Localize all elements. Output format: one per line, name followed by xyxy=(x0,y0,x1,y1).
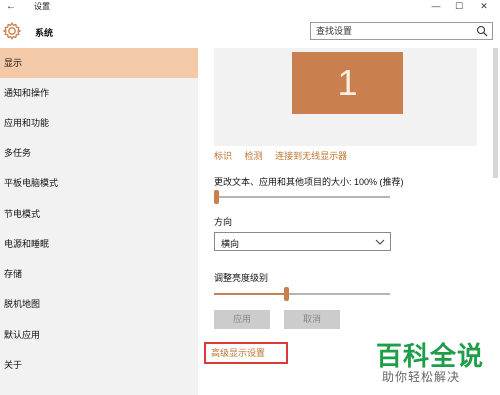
search-input[interactable] xyxy=(311,23,471,39)
window-title: 设置 xyxy=(34,2,50,11)
gear-icon xyxy=(2,21,22,41)
watermark-subtitle: 助你轻松解决 xyxy=(382,370,461,384)
scale-slider-thumb[interactable] xyxy=(214,190,219,204)
identify-link[interactable]: 标识 xyxy=(214,149,232,162)
apply-button[interactable]: 应用 xyxy=(214,310,270,329)
search-box[interactable] xyxy=(310,22,493,40)
scale-slider-track[interactable] xyxy=(214,196,390,198)
minimize-icon[interactable]: — xyxy=(424,0,448,14)
sidebar-item-storage[interactable]: 存储 xyxy=(0,259,198,289)
monitor-tile[interactable]: 1 xyxy=(292,52,403,114)
advanced-display-settings-link[interactable]: 高级显示设置 xyxy=(204,342,288,364)
sidebar-item-tablet-mode[interactable]: 平板电脑模式 xyxy=(0,168,198,198)
brightness-slider-track[interactable] xyxy=(214,293,390,295)
sidebar: 显示 通知和操作 应用和功能 多任务 平板电脑模式 节电模式 电源和睡眠 存储 … xyxy=(0,48,198,395)
title-bar: ← 设置 — ☐ ✕ xyxy=(0,0,500,14)
header: 系统 xyxy=(0,14,500,50)
maximize-icon[interactable]: ☐ xyxy=(447,0,471,14)
detect-link[interactable]: 检测 xyxy=(245,149,263,162)
scale-label: 更改文本、应用和其他项目的大小: 100% (推荐) xyxy=(214,177,404,187)
sidebar-item-power-sleep[interactable]: 电源和睡眠 xyxy=(0,229,198,259)
back-arrow-icon[interactable]: ← xyxy=(6,0,20,14)
monitor-preview: 1 xyxy=(214,48,477,146)
monitor-number: 1 xyxy=(337,62,358,103)
orientation-label: 方向 xyxy=(214,217,233,227)
sidebar-item-apps[interactable]: 应用和功能 xyxy=(0,108,198,138)
display-links: 标识 检测 连接到无线显示器 xyxy=(214,149,357,162)
sidebar-item-default-apps[interactable]: 默认应用 xyxy=(0,320,198,350)
sidebar-item-offline-maps[interactable]: 脱机地图 xyxy=(0,289,198,319)
brightness-slider-thumb[interactable] xyxy=(284,287,289,301)
cancel-button[interactable]: 取消 xyxy=(284,310,340,329)
page-title: 系统 xyxy=(35,28,54,38)
close-icon[interactable]: ✕ xyxy=(472,0,496,14)
connect-wireless-link[interactable]: 连接到无线显示器 xyxy=(275,149,347,162)
brightness-slider-fill xyxy=(214,293,286,295)
orientation-value: 横向 xyxy=(221,239,240,249)
sidebar-item-display[interactable]: 显示 xyxy=(0,48,198,78)
orientation-select[interactable]: 横向 xyxy=(214,232,391,251)
scrollbar[interactable] xyxy=(493,48,498,178)
sidebar-item-battery-saver[interactable]: 节电模式 xyxy=(0,199,198,229)
sidebar-item-multitasking[interactable]: 多任务 xyxy=(0,138,198,168)
watermark: 百科全说 助你轻松解决 xyxy=(376,336,496,386)
search-icon[interactable] xyxy=(476,25,488,37)
sidebar-item-about[interactable]: 关于 xyxy=(0,350,198,380)
sidebar-item-notifications[interactable]: 通知和操作 xyxy=(0,78,198,108)
brightness-label: 调整亮度级别 xyxy=(214,273,269,283)
chevron-down-icon xyxy=(375,239,385,245)
